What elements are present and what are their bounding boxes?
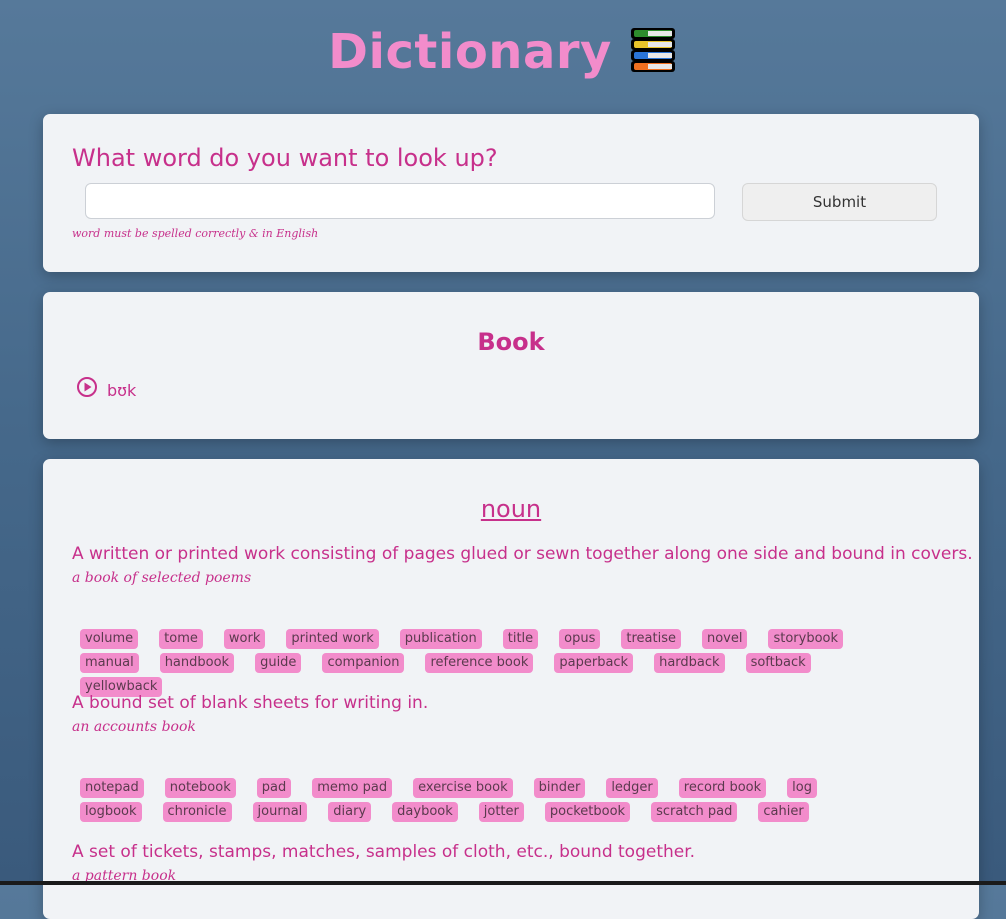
synonym-chip[interactable]: journal bbox=[252, 802, 308, 822]
synonym-chip[interactable]: exercise book bbox=[413, 778, 513, 798]
definition-example: a book of selected poems bbox=[72, 570, 252, 586]
app-title: Dictionary bbox=[328, 24, 612, 80]
synonym-chip[interactable]: title bbox=[502, 629, 539, 649]
synonym-chip[interactable]: hardback bbox=[654, 653, 725, 673]
synonym-chip[interactable]: cahier bbox=[758, 802, 809, 822]
app-header: Dictionary bbox=[0, 24, 1006, 80]
synonym-chip[interactable]: pocketbook bbox=[544, 802, 631, 822]
synonym-chip[interactable]: ledger bbox=[606, 778, 658, 798]
synonym-chip[interactable]: logbook bbox=[80, 802, 142, 822]
definition-text: A set of tickets, stamps, matches, sampl… bbox=[72, 842, 696, 862]
synonym-chip[interactable]: reference book bbox=[425, 653, 534, 673]
synonym-list: volume tome work printed work publication tit… bbox=[80, 629, 920, 697]
synonym-chip[interactable]: record book bbox=[678, 778, 767, 798]
synonym-chip[interactable]: treatise bbox=[621, 629, 681, 649]
part-of-speech: noun bbox=[480, 495, 542, 523]
synonym-chip[interactable]: storybook bbox=[768, 629, 844, 649]
synonym-chip[interactable]: memo pad bbox=[312, 778, 393, 798]
search-card: What word do you want to look up? Submit… bbox=[43, 114, 979, 272]
synonym-chip[interactable]: jotter bbox=[478, 802, 524, 822]
synonym-list: notepad notebook pad memo pad exercise book b… bbox=[80, 778, 920, 822]
synonym-chip[interactable]: companion bbox=[322, 653, 405, 673]
synonym-chip[interactable]: pad bbox=[256, 778, 292, 798]
synonym-chip[interactable]: daybook bbox=[392, 802, 458, 822]
phonetic-text: bʊk bbox=[107, 381, 137, 400]
definition-text: A written or printed work consisting of … bbox=[72, 544, 973, 564]
synonym-chip[interactable]: notebook bbox=[164, 778, 236, 798]
synonym-chip[interactable]: notepad bbox=[80, 778, 144, 798]
synonym-chip[interactable]: diary bbox=[328, 802, 372, 822]
definition-text: A bound set of blank sheets for writing … bbox=[72, 693, 429, 713]
synonym-chip[interactable]: binder bbox=[533, 778, 586, 798]
synonym-chip[interactable]: scratch pad bbox=[651, 802, 738, 822]
synonym-chip[interactable]: novel bbox=[701, 629, 748, 649]
synonym-chip[interactable]: tome bbox=[159, 629, 203, 649]
definition-item: A written or printed work consisting of … bbox=[72, 544, 973, 586]
search-input[interactable] bbox=[85, 183, 715, 219]
definition-example: an accounts book bbox=[72, 719, 196, 735]
submit-button[interactable]: Submit bbox=[742, 183, 937, 221]
definition-item: A set of tickets, stamps, matches, sampl… bbox=[72, 842, 952, 884]
synonym-chip[interactable]: volume bbox=[80, 629, 139, 649]
synonym-chip[interactable]: log bbox=[787, 778, 817, 798]
synonym-chip[interactable]: publication bbox=[399, 629, 482, 649]
synonym-chip[interactable]: handbook bbox=[159, 653, 235, 673]
bottom-edge bbox=[0, 881, 1006, 885]
word-title: Book bbox=[477, 328, 545, 356]
definition-item: A bound set of blank sheets for writing … bbox=[72, 693, 952, 735]
synonym-chip[interactable]: work bbox=[223, 629, 266, 649]
search-heading: What word do you want to look up? bbox=[72, 144, 498, 172]
books-icon bbox=[628, 25, 678, 79]
synonym-chip[interactable]: opus bbox=[559, 629, 601, 649]
synonym-chip[interactable]: printed work bbox=[286, 629, 379, 649]
synonym-chip[interactable]: chronicle bbox=[162, 802, 232, 822]
word-card: Book bʊk bbox=[43, 292, 979, 439]
search-hint: word must be spelled correctly & in Engl… bbox=[72, 227, 319, 240]
meaning-card: noun A written or printed work consistin… bbox=[43, 459, 979, 919]
synonym-chip[interactable]: paperback bbox=[554, 653, 634, 673]
synonym-chip[interactable]: guide bbox=[255, 653, 302, 673]
play-icon[interactable] bbox=[76, 376, 98, 398]
synonym-chip[interactable]: manual bbox=[80, 653, 139, 673]
synonym-chip[interactable]: softback bbox=[745, 653, 811, 673]
